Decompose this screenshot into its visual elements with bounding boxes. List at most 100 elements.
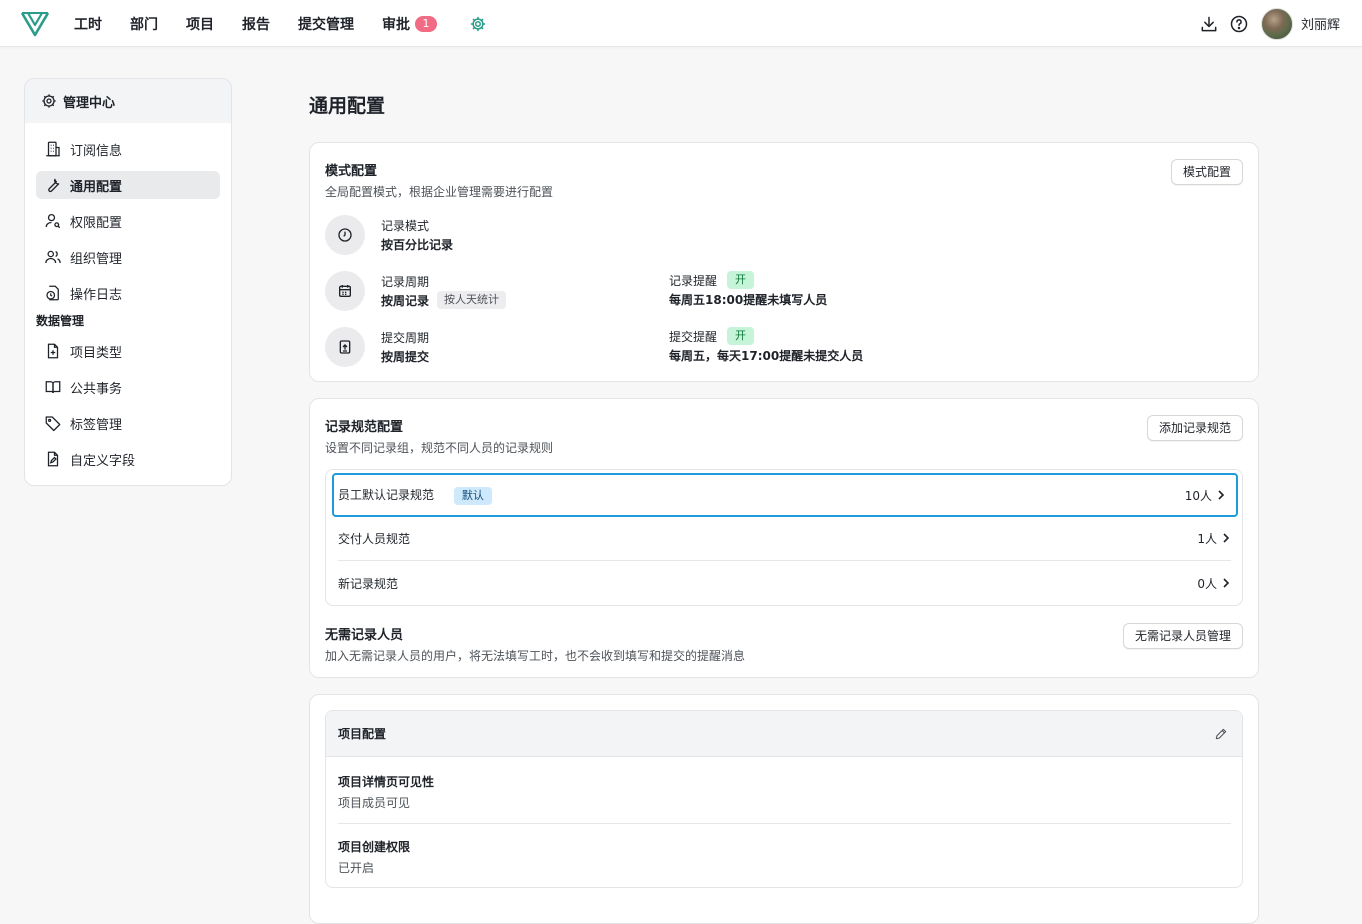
- default-badge: 默认: [453, 486, 492, 505]
- sidebar-item-label: 权限配置: [70, 215, 123, 231]
- record-rules-title: 记录规范配置: [325, 420, 404, 435]
- tag-icon: [45, 416, 61, 432]
- chevron-right-icon: [1218, 490, 1225, 500]
- project-visibility-label: 项目详情页可见性: [338, 775, 435, 789]
- submit-remind-label: 提交提醒: [669, 329, 718, 344]
- clipboard-upload-icon: [339, 340, 351, 354]
- sidebar-item-tags[interactable]: 标签管理: [36, 409, 220, 437]
- project-config-header: 项目配置: [326, 711, 1242, 757]
- sidebar-item-label: 操作日志: [70, 287, 123, 303]
- sidebar-item-label: 通用配置: [70, 179, 123, 195]
- rule-item-delivery[interactable]: 交付人员规范 1人: [338, 516, 1231, 560]
- page-title: 通用配置: [309, 95, 386, 117]
- project-config-title: 项目配置: [338, 727, 387, 741]
- nav-item-approval[interactable]: 审批 1: [382, 14, 437, 34]
- approval-count-badge: 1: [415, 15, 437, 32]
- sidebar-group-data-management: 数据管理: [36, 314, 85, 328]
- gear-icon: [42, 94, 56, 108]
- record-remind-status-badge: 开: [727, 271, 755, 289]
- building-icon: [46, 141, 60, 157]
- submit-cycle-label: 提交周期: [381, 330, 430, 345]
- rule-name: 员工默认记录规范: [338, 487, 435, 502]
- sidebar-item-label: 公共事务: [70, 381, 123, 397]
- add-record-rule-button[interactable]: 添加记录规范: [1146, 415, 1243, 441]
- project-divider: [338, 823, 1231, 824]
- exempt-title: 无需记录人员: [325, 628, 404, 643]
- record-rules-desc: 设置不同记录组，规范不同人员的记录规则: [325, 441, 554, 455]
- mode-config-button[interactable]: 模式配置: [1170, 159, 1243, 185]
- nav-item-project[interactable]: 项目: [186, 14, 214, 34]
- nav-item-timesheet[interactable]: 工时: [74, 14, 102, 34]
- log-history-icon: [46, 285, 59, 301]
- sidebar-item-label: 项目类型: [70, 345, 123, 361]
- settings-gear-icon[interactable]: [469, 15, 487, 33]
- book-open-icon: [45, 381, 61, 394]
- submit-cycle-value: 按周提交: [381, 349, 430, 364]
- calendar-icon-wrap: [325, 271, 365, 311]
- submit-remind-status-badge: 开: [727, 327, 755, 345]
- submit-remind-value: 每周五，每天17:00提醒未提交人员: [669, 348, 864, 363]
- record-rules-card: 记录规范配置 设置不同记录组，规范不同人员的记录规则 添加记录规范 员工默认记录…: [309, 398, 1259, 678]
- app-logo-icon[interactable]: [20, 10, 50, 38]
- sidebar-item-public-affairs[interactable]: 公共事务: [36, 373, 220, 401]
- record-remind-value: 每周五18:00提醒未填写人员: [669, 292, 828, 307]
- record-mode-row: 记录模式 按百分比记录: [325, 215, 453, 255]
- project-config-box: 项目配置 项目详情页可见性 项目成员可见 项目创建权限 已开启: [325, 710, 1243, 888]
- user-key-icon: [45, 213, 61, 229]
- chevron-right-icon: [1223, 578, 1230, 588]
- record-cycle-tag: 按人天统计: [437, 291, 507, 309]
- project-create-value: 已开启: [338, 861, 375, 875]
- nav-item-submission[interactable]: 提交管理: [298, 14, 354, 34]
- nav-item-report[interactable]: 报告: [242, 14, 270, 34]
- sidebar-item-label: 自定义字段: [70, 453, 136, 469]
- rule-member-count: 10人: [1184, 488, 1212, 503]
- document-plus-icon: [47, 343, 59, 359]
- exempt-management-button[interactable]: 无需记录人员管理: [1122, 623, 1243, 649]
- record-remind-label: 记录提醒: [669, 273, 718, 288]
- record-cycle-row: 记录周期 按周记录 按人天统计: [325, 271, 507, 311]
- project-create-label: 项目创建权限: [338, 840, 411, 854]
- clipboard-icon-wrap: [325, 327, 365, 367]
- rule-member-count: 1人: [1197, 531, 1217, 546]
- sidebar-item-custom-fields[interactable]: 自定义字段: [36, 445, 220, 473]
- sidebar-title: 管理中心: [63, 95, 116, 111]
- sidebar-item-project-type[interactable]: 项目类型: [36, 337, 220, 365]
- admin-sidebar: 管理中心 订阅信息 通用配置 权限配置 组织管理 操作日志 数据管理 项目类型: [24, 78, 232, 486]
- main-nav: 工时 部门 项目 报告 提交管理 审批 1: [74, 0, 487, 47]
- nav-item-approval-label: 审批: [382, 16, 410, 33]
- submit-remind-block: 提交提醒 开 每周五，每天17:00提醒未提交人员: [669, 327, 863, 365]
- sidebar-item-organization[interactable]: 组织管理: [36, 243, 220, 271]
- chevron-right-icon: [1223, 533, 1230, 543]
- nav-item-department[interactable]: 部门: [130, 14, 158, 34]
- user-avatar[interactable]: [1260, 7, 1293, 40]
- wrench-icon: [48, 178, 60, 193]
- mode-config-title: 模式配置: [325, 164, 378, 179]
- record-cycle-label: 记录周期: [381, 274, 430, 289]
- sidebar-item-subscription[interactable]: 订阅信息: [36, 135, 220, 163]
- exempt-desc: 加入无需记录人员的用户，将无法填写工时，也不会收到填写和提交的提醒消息: [325, 649, 746, 663]
- rule-member-count: 0人: [1197, 576, 1217, 591]
- project-config-card: 项目配置 项目详情页可见性 项目成员可见 项目创建权限 已开启: [309, 694, 1259, 924]
- record-remind-block: 记录提醒 开 每周五18:00提醒未填写人员: [669, 271, 827, 309]
- calendar-icon: [339, 285, 351, 297]
- sidebar-item-operation-log[interactable]: 操作日志: [36, 279, 220, 307]
- record-rules-list: 员工默认记录规范 默认 10人 交付人员规范 1人 新记录规范 0人: [325, 469, 1243, 606]
- download-icon[interactable]: [1199, 14, 1219, 34]
- record-cycle-value: 按周记录: [381, 293, 430, 308]
- top-right-actions: 刘丽辉: [1189, 0, 1340, 47]
- clock-icon-wrap: [325, 215, 365, 255]
- rule-item-new[interactable]: 新记录规范 0人: [338, 561, 1231, 605]
- mode-config-desc: 全局配置模式，根据企业管理需要进行配置: [325, 185, 554, 199]
- help-icon[interactable]: [1229, 14, 1249, 34]
- edit-pencil-icon[interactable]: [1214, 727, 1228, 741]
- user-name[interactable]: 刘丽辉: [1301, 14, 1340, 33]
- submit-cycle-row: 提交周期 按周提交: [325, 327, 429, 367]
- sidebar-item-label: 订阅信息: [70, 143, 123, 159]
- rule-item-default[interactable]: 员工默认记录规范 默认 10人: [332, 473, 1238, 517]
- rule-name: 新记录规范: [338, 576, 399, 591]
- sidebar-item-label: 标签管理: [70, 417, 123, 433]
- sidebar-item-permission[interactable]: 权限配置: [36, 207, 220, 235]
- sidebar-item-general-config[interactable]: 通用配置: [36, 171, 220, 199]
- clock-icon: [338, 228, 352, 242]
- project-create-setting: 项目创建权限 已开启: [338, 838, 410, 876]
